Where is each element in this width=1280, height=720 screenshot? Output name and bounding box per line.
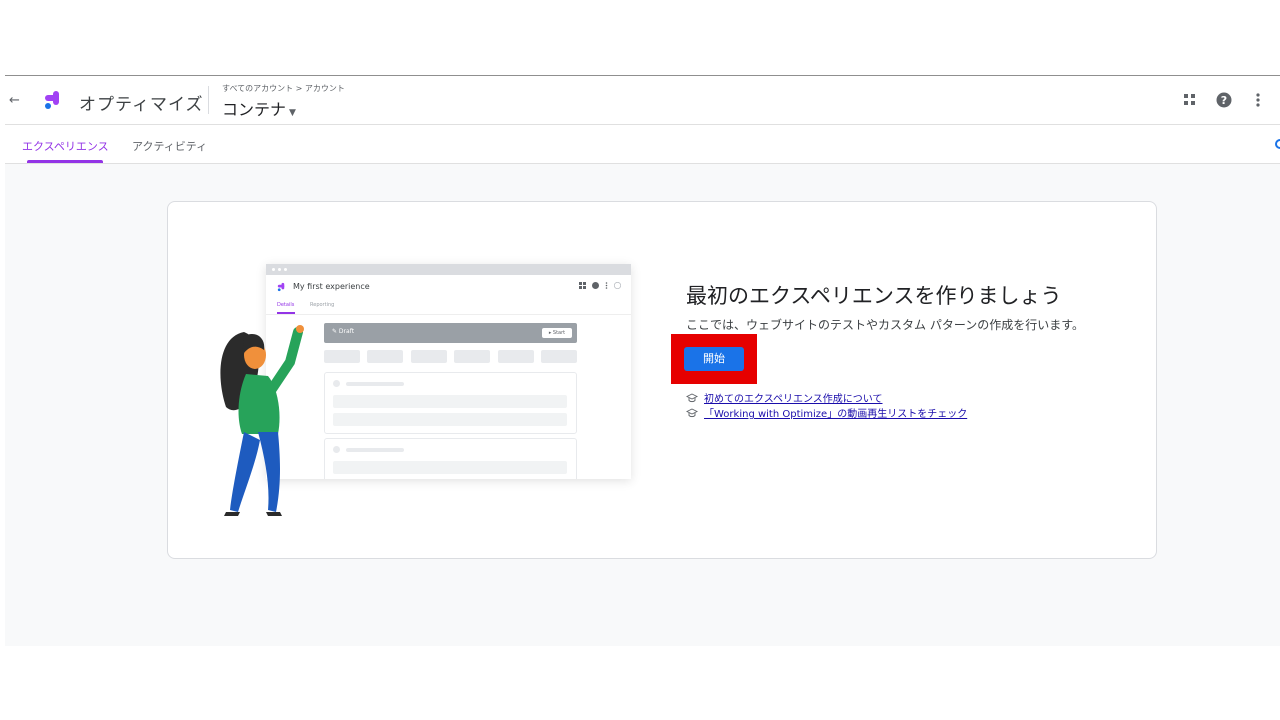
mock-window-title: My first experience [293, 282, 370, 291]
app-header: ← オプティマイズ すべてのアカウント > アカウント コンテナ ▼ ? [5, 76, 1280, 125]
mock-chip [498, 350, 534, 363]
tab-bar: エクスペリエンス アクティビティ [5, 126, 1280, 164]
active-tab-indicator [27, 160, 103, 163]
mock-optimize-logo-icon [277, 282, 285, 292]
empty-state-headline: 最初のエクスペリエンスを作りましょう [686, 284, 1062, 308]
mock-tabs: Details Reporting [266, 299, 631, 315]
tab-activity[interactable]: アクティビティ [132, 138, 207, 154]
caret-down-icon: ▼ [289, 108, 296, 118]
product-name: オプティマイズ [79, 95, 204, 115]
mock-titlebar [266, 264, 631, 275]
svg-text:?: ? [1221, 94, 1227, 107]
school-cap-icon [686, 392, 698, 402]
mock-chip [541, 350, 577, 363]
help-icon[interactable]: ? [1216, 92, 1232, 108]
container-name: コンテナ [222, 100, 287, 119]
more-vert-icon[interactable] [1250, 92, 1266, 108]
container-selector[interactable]: コンテナ ▼ [222, 96, 296, 120]
mock-draft-label: ✎ Draft [332, 328, 355, 335]
mock-start-chip: ▸ Start [542, 328, 572, 338]
back-arrow-icon[interactable]: ← [9, 93, 20, 108]
header-divider [208, 86, 209, 114]
apps-grid-icon[interactable] [1182, 92, 1198, 108]
mock-chip [367, 350, 403, 363]
mock-header-icons [579, 282, 621, 289]
help-link-video-playlist: 「Working with Optimize」の動画再生リストをチェック [686, 405, 967, 420]
breadcrumb[interactable]: すべてのアカウント > アカウント [222, 83, 345, 94]
help-link-first-experience: 初めてのエクスペリエンス作成について [686, 390, 883, 405]
mock-tab-details: Details [277, 302, 295, 308]
mock-panel [324, 372, 577, 434]
start-button[interactable]: 開始 [684, 347, 744, 371]
mock-tab-indicator [277, 312, 295, 314]
empty-state-description: ここでは、ウェブサイトのテストやカスタム パターンの作成を行います。 [686, 318, 1085, 332]
header-actions: ? [1182, 92, 1266, 108]
empty-state-card: My first experience Details Reporting ✎ … [167, 201, 1157, 559]
mock-panel [324, 438, 577, 479]
mock-tab-reporting: Reporting [310, 302, 335, 308]
school-cap-icon [686, 407, 698, 417]
video-playlist-link[interactable]: 「Working with Optimize」の動画再生リストをチェック [704, 405, 967, 420]
mock-chip [454, 350, 490, 363]
person-illustration [220, 325, 304, 516]
optimize-logo-icon [45, 91, 59, 109]
optimize-app-frame: ← オプティマイズ すべてのアカウント > アカウント コンテナ ▼ ? エクス… [5, 75, 1280, 646]
mock-chip [411, 350, 447, 363]
tab-experiences[interactable]: エクスペリエンス [22, 138, 109, 154]
mock-chip [324, 350, 360, 363]
mock-header: My first experience [266, 275, 631, 299]
mock-draft-bar: ✎ Draft ▸ Start [324, 323, 577, 343]
main-content: My first experience Details Reporting ✎ … [5, 164, 1280, 646]
first-experience-link[interactable]: 初めてのエクスペリエンス作成について [704, 390, 883, 405]
settings-gear-icon[interactable] [1274, 138, 1280, 150]
